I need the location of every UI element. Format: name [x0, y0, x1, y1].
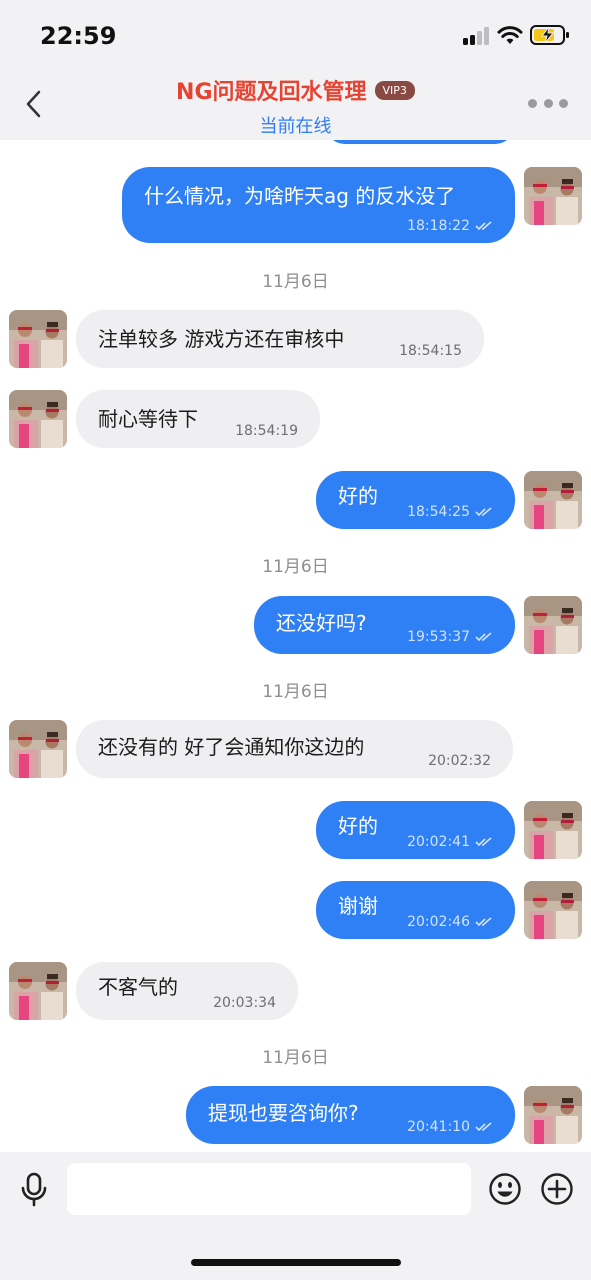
message-bubble-outgoing[interactable]: 好的 20:02:41	[316, 801, 515, 859]
avatar[interactable]	[524, 801, 582, 859]
date-separator: 11月6日	[262, 272, 329, 292]
message-bubble-outgoing[interactable]: 还没好吗? 19:53:37	[254, 596, 515, 654]
message-time: 20:03:34	[213, 995, 276, 1011]
message-bubble-outgoing[interactable]: 谢谢 20:02:46	[316, 881, 515, 939]
message-text: 不客气的	[98, 975, 178, 999]
message-time: 19:53:37	[407, 629, 470, 645]
date-separator: 11月6日	[262, 682, 329, 702]
read-check-icon	[475, 632, 492, 642]
read-check-icon	[475, 507, 492, 517]
message-bubble-outgoing[interactable]: 什么情况，为啥昨天ag 的反水没了 18:18:22	[122, 167, 515, 243]
chat-scroll-area[interactable]: 什么情况，为啥昨天ag 的反水没了 18:18:22 11月6日 注单较多 游戏…	[0, 140, 591, 1152]
avatar-image	[524, 801, 582, 859]
message-text: 什么情况，为啥昨天ag 的反水没了	[144, 184, 456, 208]
chat-title: NG问题及回水管理	[176, 80, 367, 105]
avatar[interactable]	[524, 881, 582, 939]
read-check-icon	[475, 221, 492, 231]
message-text: 还没好吗?	[276, 611, 367, 635]
date-separator: 11月6日	[262, 1048, 329, 1068]
avatar-image	[524, 167, 582, 225]
avatar[interactable]	[524, 596, 582, 654]
avatar-image	[524, 881, 582, 939]
avatar[interactable]	[9, 720, 67, 778]
message-text: 提现也要咨询你?	[208, 1101, 359, 1125]
avatar-image	[524, 596, 582, 654]
message-bubble-incoming[interactable]: 注单较多 游戏方还在审核中 18:54:15	[76, 310, 484, 368]
avatar-image	[524, 471, 582, 529]
chat-title-row: NG问题及回水管理 VIP3	[0, 74, 591, 106]
avatar-partial	[524, 140, 582, 144]
message-time: 18:18:22	[407, 218, 470, 234]
message-text: 好的	[338, 814, 378, 838]
avatar-image	[524, 1086, 582, 1144]
avatar[interactable]	[524, 471, 582, 529]
top-region: 22:59 NG问题及回水管理 VIP3 当前在线	[0, 0, 591, 140]
message-time: 20:02:46	[407, 914, 470, 930]
message-time: 18:54:15	[399, 343, 462, 359]
avatar-image	[9, 310, 67, 368]
online-status: 当前在线	[259, 116, 332, 137]
avatar[interactable]	[9, 390, 67, 448]
avatar[interactable]	[524, 1086, 582, 1144]
message-bubble-outgoing[interactable]: 提现也要咨询你? 20:41:10	[186, 1086, 515, 1144]
avatar[interactable]	[9, 962, 67, 1020]
message-text: 还没有的 好了会通知你这边的	[98, 735, 365, 759]
message-text: 好的	[338, 484, 378, 508]
message-time: 18:54:25	[407, 504, 470, 520]
message-time: 20:02:41	[407, 834, 470, 850]
read-check-icon	[475, 1122, 492, 1132]
avatar-image	[9, 720, 67, 778]
message-text: 谢谢	[338, 894, 378, 918]
cellular-signal-icon	[463, 27, 491, 45]
battery-charging-icon	[530, 25, 569, 45]
status-time: 22:59	[40, 22, 117, 50]
message-text: 注单较多 游戏方还在审核中	[98, 327, 345, 351]
emoji-icon[interactable]	[488, 1172, 522, 1206]
message-time: 18:54:19	[235, 423, 298, 439]
more-dots-icon	[528, 98, 537, 108]
previous-message-bubble	[325, 140, 515, 144]
message-text: 耐心等待下	[98, 407, 198, 431]
message-bubble-incoming[interactable]: 不客气的 20:03:34	[76, 962, 298, 1020]
avatar-image	[9, 962, 67, 1020]
message-bubble-outgoing[interactable]: 好的 18:54:25	[316, 471, 515, 529]
home-indicator[interactable]	[191, 1259, 401, 1266]
wifi-icon	[497, 26, 523, 44]
avatar[interactable]	[524, 167, 582, 225]
message-time: 20:02:32	[428, 753, 491, 769]
avatar[interactable]	[9, 310, 67, 368]
message-bubble-incoming[interactable]: 耐心等待下 18:54:19	[76, 390, 320, 448]
more-button[interactable]	[528, 97, 568, 109]
avatar-image	[9, 390, 67, 448]
plus-circle-icon[interactable]	[540, 1172, 574, 1206]
read-check-icon	[475, 837, 492, 847]
message-time: 20:41:10	[407, 1119, 470, 1135]
vip-badge: VIP3	[374, 80, 415, 100]
microphone-icon[interactable]	[18, 1172, 50, 1208]
message-input[interactable]	[67, 1163, 471, 1215]
date-separator: 11月6日	[262, 557, 329, 577]
message-bubble-incoming[interactable]: 还没有的 好了会通知你这边的 20:02:32	[76, 720, 513, 778]
read-check-icon	[475, 917, 492, 927]
